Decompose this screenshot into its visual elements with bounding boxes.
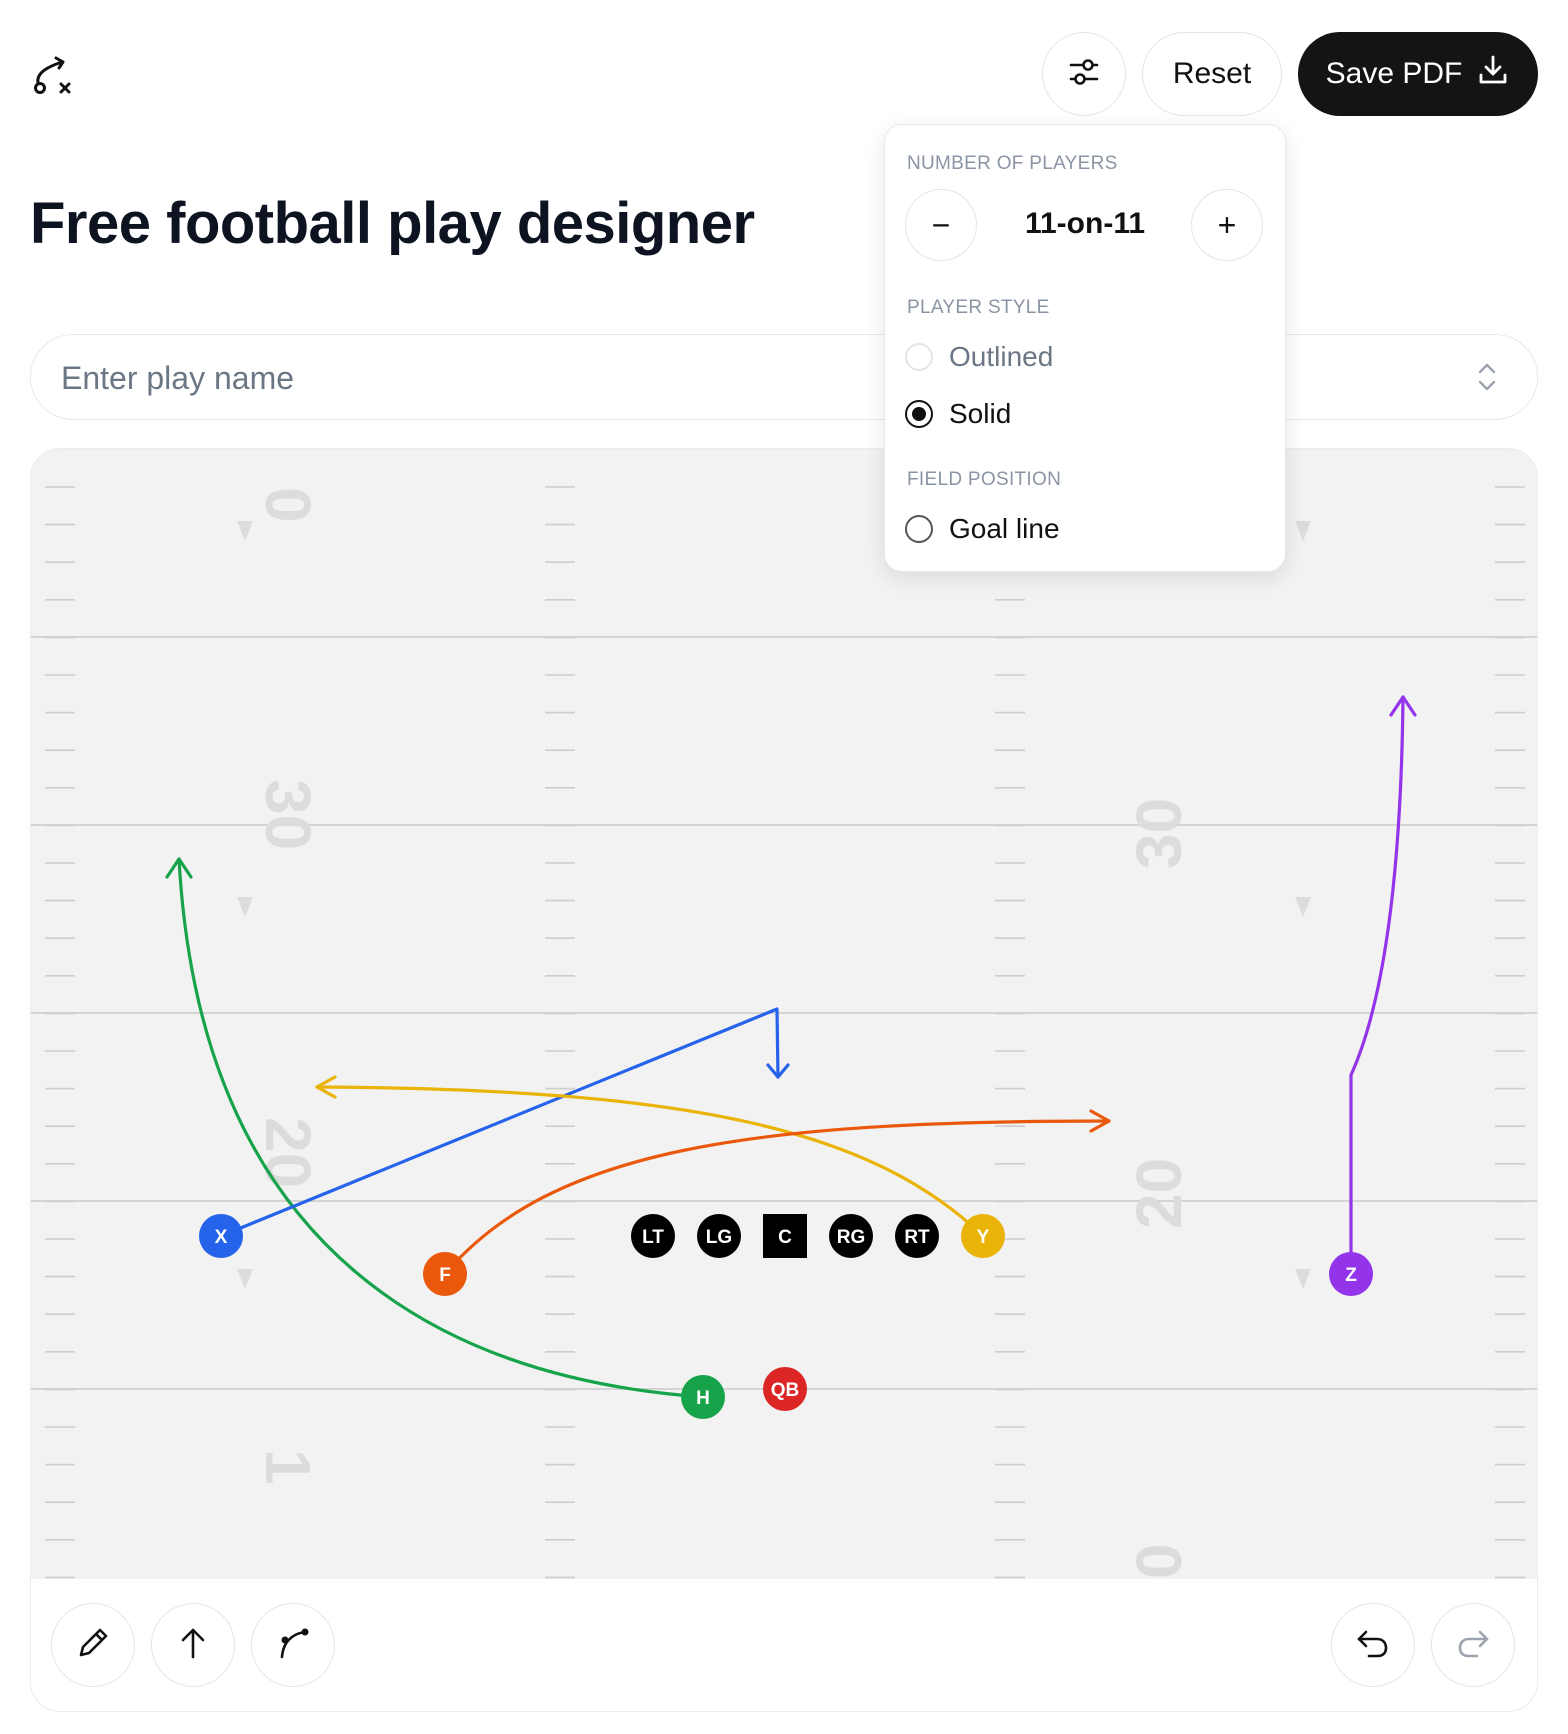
style-option-outlined[interactable]: Outlined	[905, 341, 1053, 373]
route-y[interactable]	[315, 1085, 985, 1238]
radio-button[interactable]	[905, 343, 933, 371]
yard-number: 20	[252, 1117, 324, 1188]
field-canvas[interactable]: 0 30 20 1 4 30 20 0	[31, 449, 1538, 1581]
pencil-tool-button[interactable]	[51, 1603, 135, 1687]
play-name-field[interactable]	[30, 334, 1538, 421]
player-lg[interactable]: LG	[697, 1214, 741, 1258]
redo-icon	[1453, 1623, 1493, 1668]
save-pdf-button[interactable]: Save PDF	[1298, 32, 1538, 116]
style-option-label: Solid	[949, 398, 1012, 429]
player-c[interactable]: C	[763, 1214, 807, 1258]
route-logo-icon[interactable]	[28, 52, 76, 100]
yard-number: 1	[252, 1449, 324, 1485]
minus-icon: −	[931, 206, 951, 243]
player-label: X	[215, 1227, 228, 1248]
yard-marker-arrow	[1295, 521, 1311, 541]
player-h[interactable]: H	[681, 1375, 725, 1419]
pencil-icon	[73, 1623, 113, 1668]
player-lt[interactable]: LT	[631, 1214, 675, 1258]
yard-marker-arrow	[237, 1269, 253, 1289]
player-label: H	[696, 1388, 710, 1409]
player-x[interactable]: X	[199, 1214, 243, 1258]
curve-icon	[273, 1623, 313, 1668]
page-title: Free football play designer	[30, 191, 755, 256]
player-label: F	[439, 1265, 451, 1286]
hash-marks	[45, 486, 1525, 1579]
chevron-up-down-icon[interactable]	[1475, 359, 1499, 395]
player-qb[interactable]: QB	[763, 1367, 807, 1411]
play-field[interactable]: 0 30 20 1 4 30 20 0	[30, 448, 1538, 1712]
player-y[interactable]: Y	[961, 1214, 1005, 1258]
yard-marker-arrow	[1295, 1269, 1311, 1289]
yard-number: 30	[252, 779, 324, 850]
player-rt[interactable]: RT	[895, 1214, 939, 1258]
decrement-players-button[interactable]: −	[905, 189, 977, 261]
player-z[interactable]: Z	[1329, 1252, 1373, 1296]
players-heading: NUMBER OF PLAYERS	[907, 153, 1118, 174]
player-rg[interactable]: RG	[829, 1214, 873, 1258]
player-label: C	[778, 1227, 792, 1248]
yard-lines	[31, 636, 1537, 1390]
redo-button[interactable]	[1431, 1603, 1515, 1687]
yard-number: 30	[1123, 798, 1195, 869]
undo-icon	[1353, 1623, 1393, 1668]
undo-button[interactable]	[1331, 1603, 1415, 1687]
yard-marker-arrow	[237, 897, 253, 917]
yard-number: 0	[252, 487, 324, 523]
player-label: LT	[642, 1227, 664, 1248]
position-option-goal-line[interactable]: Goal line	[905, 513, 1060, 545]
style-option-label: Outlined	[949, 341, 1054, 372]
player-f[interactable]: F	[423, 1252, 467, 1296]
settings-button[interactable]	[1042, 32, 1126, 116]
curve-tool-button[interactable]	[251, 1603, 335, 1687]
position-heading: FIELD POSITION	[907, 469, 1062, 490]
save-pdf-label: Save PDF	[1325, 57, 1463, 90]
yard-marker-arrow	[1295, 897, 1311, 917]
reset-button[interactable]: Reset	[1142, 32, 1282, 116]
player-label: RT	[904, 1227, 930, 1248]
player-label: Z	[1345, 1265, 1357, 1286]
players-count: 11-on-11	[1024, 207, 1146, 240]
radio-button[interactable]	[905, 515, 933, 543]
reset-label: Reset	[1172, 57, 1252, 90]
style-heading: PLAYER STYLE	[907, 297, 1050, 318]
arrow-up-icon	[173, 1623, 213, 1668]
style-option-solid[interactable]: Solid	[905, 398, 1011, 430]
increment-players-button[interactable]: +	[1191, 189, 1263, 261]
plus-icon: +	[1217, 206, 1237, 243]
radio-button-selected[interactable]	[905, 400, 933, 428]
download-icon	[1476, 53, 1510, 95]
position-option-label: Goal line	[949, 513, 1060, 544]
settings-panel: NUMBER OF PLAYERS − 11-on-11 + PLAYER ST…	[884, 124, 1286, 572]
arrow-tool-button[interactable]	[151, 1603, 235, 1687]
yard-number: 0	[1123, 1543, 1195, 1579]
player-label: RG	[837, 1227, 866, 1248]
yard-marker-arrow	[237, 521, 253, 541]
player-label: QB	[771, 1380, 800, 1401]
player-label: Y	[977, 1227, 990, 1248]
drawing-toolbar	[31, 1579, 1537, 1711]
sliders-icon	[1067, 55, 1101, 94]
player-label: LG	[706, 1227, 732, 1248]
yard-number: 20	[1123, 1158, 1195, 1229]
route-z[interactable]	[1349, 695, 1405, 1276]
